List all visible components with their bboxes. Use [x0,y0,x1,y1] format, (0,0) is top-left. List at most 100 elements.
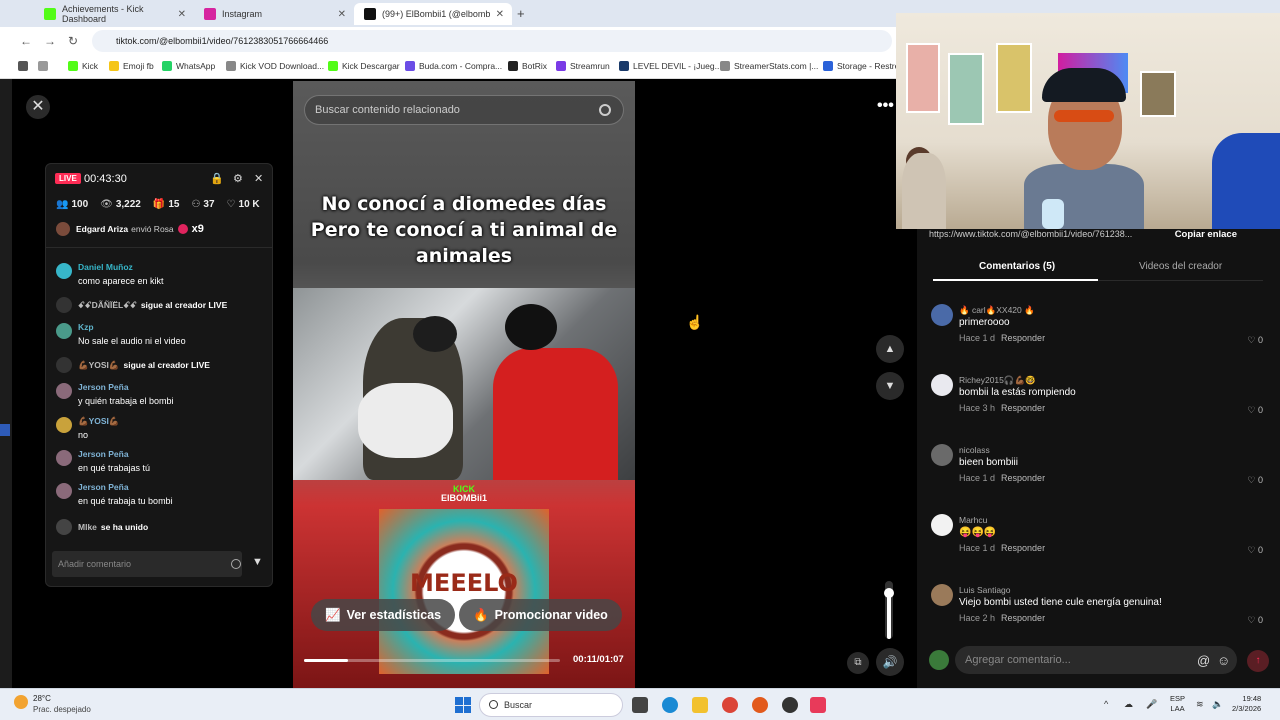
reply-button[interactable]: Responder [1001,333,1045,343]
obs-icon[interactable] [782,697,798,713]
divider [46,247,272,248]
bookmark-buda[interactable]: Buda.com - Compra... [405,61,502,71]
reply-button[interactable]: Responder [1001,403,1045,413]
cloud-icon[interactable]: ☁ [1124,699,1133,710]
bookmark-storage[interactable]: Storage - Restre [823,61,899,71]
edge-icon[interactable] [662,697,678,713]
grid-icon[interactable] [38,61,52,71]
close-icon[interactable]: ✕ [254,172,263,185]
bookmark-kick-vod[interactable]: Kick VOD Download... [226,61,324,71]
bookmark-kick[interactable]: Kick [68,61,98,71]
mention-icon[interactable]: @ [1197,653,1210,668]
bookmark-level-devil[interactable]: LEVEL DEVIL - ¡Jueg... [619,61,722,71]
share-link: https://www.tiktok.com/@elbombii1/video/… [929,229,1133,239]
avatar[interactable] [931,444,953,466]
apps-icon[interactable] [18,61,32,71]
back-icon[interactable]: ← [20,34,32,48]
bookmark-emoji-fb[interactable]: Emoji fb [109,61,154,71]
brave-icon[interactable] [752,697,768,713]
tiktok-studio-icon[interactable] [810,697,826,713]
reply-button[interactable]: Responder [1001,543,1045,553]
settings-icon[interactable]: ⚙ [233,172,243,185]
webcam-overlay [896,13,1280,229]
bookmark-streamerstats[interactable]: StreamerStats.com |... [720,61,818,71]
search-icon[interactable] [599,104,611,116]
pillow [358,383,453,458]
new-tab-icon[interactable]: + [517,6,525,21]
bookmark-streamrun[interactable]: Streamrun [556,61,610,71]
bookmark-botrix[interactable]: BotRix [508,61,547,71]
microphone [1042,199,1064,229]
video-frame[interactable]: Buscar contenido relacionado No conocí a… [293,81,635,688]
volume-slider[interactable] [884,581,894,639]
picture-in-picture-icon[interactable]: ⧉ [847,652,869,674]
send-comment-button[interactable]: ↑ [1247,650,1269,672]
close-tab-icon[interactable]: ✕ [178,9,186,20]
like-button[interactable]: ♡ 0 [1247,615,1263,626]
avatar [56,383,72,399]
speaker-icon[interactable]: 🔈 [1212,699,1223,710]
tab-comments[interactable]: Comentarios (5) [979,261,1055,272]
tab-kick-dashboard[interactable]: Achievements - Kick Dashboard ✕ [34,3,194,25]
file-explorer-icon[interactable] [692,697,708,713]
person-right [493,348,618,480]
promote-button[interactable]: 🔥 Promocionar video [459,599,622,631]
kick-watermark: KICK ElBOMBii1 [441,484,488,503]
close-tab-icon[interactable]: ✕ [496,9,504,20]
like-button[interactable]: ♡ 0 [1247,405,1263,416]
close-video-button[interactable]: ✕ [26,95,50,119]
emoji-icon[interactable]: ☺ [1217,653,1230,668]
avatar[interactable] [931,374,953,396]
comment-item: nicolass bieen bombiii Hace 1 d Responder… [931,444,1267,504]
language-indicator[interactable]: ESP LAA [1170,694,1185,714]
close-tab-icon[interactable]: ✕ [338,9,346,20]
lock-icon[interactable]: 🔒 [210,172,224,185]
reply-button[interactable]: Responder [1001,613,1045,623]
avatar[interactable] [931,304,953,326]
related-search-input[interactable]: Buscar contenido relacionado [304,95,624,125]
add-comment-input[interactable]: Agregar comentario... [955,646,1237,674]
like-button[interactable]: ♡ 0 [1247,335,1263,346]
microphone-icon[interactable]: 🎤 [1146,699,1157,710]
person-right-head [505,304,557,350]
tab-tiktok[interactable]: (99+) ElBombii1 (@elbomb ✕ [354,3,512,25]
kick-icon [44,8,56,20]
forward-icon[interactable]: → [44,34,56,48]
reply-button[interactable]: Responder [1001,473,1045,483]
wifi-icon[interactable]: ≋ [1196,699,1204,710]
url-bar[interactable]: tiktok.com/@elbombii1/video/761238305176… [92,30,892,52]
stats-button[interactable]: 📈 Ver estadísticas [311,599,456,631]
eye-icon: 👁 [100,199,113,210]
avatar [56,483,72,499]
video-progress[interactable] [304,659,560,662]
taskbar-search[interactable]: Buscar [479,693,623,717]
task-view-icon[interactable] [632,697,648,713]
avatar[interactable] [931,514,953,536]
tab-creator-videos[interactable]: Videos del creador [1139,261,1222,272]
live-comment-input[interactable]: Añadir comentario [52,551,242,577]
windows-start-icon[interactable] [455,697,471,713]
filter-icon[interactable]: ▼ [252,556,263,568]
next-video-button[interactable]: ▼ [876,372,904,400]
chrome-icon[interactable] [722,697,738,713]
tab-instagram[interactable]: Instagram ✕ [194,3,354,25]
system-clock[interactable]: 19:48 2/3/2026 [1232,694,1261,714]
video-clip-image [293,288,635,480]
strip-button[interactable] [0,424,10,436]
volume-icon[interactable]: 🔊 [876,648,904,676]
like-button[interactable]: ♡ 0 [1247,545,1263,556]
emoji-icon[interactable] [231,559,241,569]
chevron-up-icon[interactable]: ^ [1104,699,1108,709]
like-button[interactable]: ♡ 0 [1247,475,1263,486]
more-options-icon[interactable]: ••• [877,97,894,115]
copy-link-button[interactable]: Copiar enlace [1175,229,1237,240]
comment-item: Richey2015🎧💪🏾🤓 bombii la estás rompiendo… [931,374,1267,434]
volume-knob[interactable] [884,588,894,599]
gift-banner: Edgard Ariza envió Rosa x9 [56,222,266,236]
previous-video-button[interactable]: ▲ [876,335,904,363]
bookmark-kick-descargar[interactable]: Kick Descargar [328,61,400,71]
reload-icon[interactable]: ↻ [68,34,78,48]
avatar[interactable] [931,584,953,606]
cap [1042,68,1126,102]
bookmark-whatsapp[interactable]: WhatsApp [162,61,215,71]
